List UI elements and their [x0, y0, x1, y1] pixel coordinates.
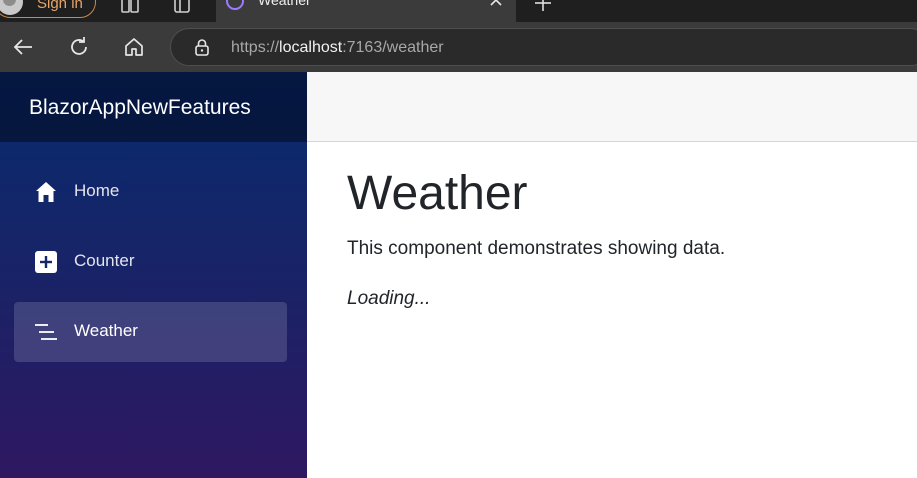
url-scheme: https:// [231, 39, 280, 56]
lock-icon[interactable] [193, 38, 211, 56]
blazor-favicon-icon [226, 0, 244, 10]
sign-in-label: Sign in [37, 0, 83, 12]
home-icon[interactable] [122, 35, 146, 59]
sidebar-item-label: Counter [74, 251, 135, 270]
tab-weather[interactable]: Weather [216, 0, 516, 22]
url-host: localhost [279, 39, 343, 56]
browser-toolbar: https://localhost:7163/weather [0, 22, 917, 72]
workspaces-icon[interactable] [120, 0, 140, 16]
refresh-icon[interactable] [67, 35, 91, 59]
sidebar: BlazorAppNewFeatures Home Counter Weathe… [0, 72, 307, 478]
close-icon[interactable] [488, 0, 504, 8]
back-arrow-icon[interactable] [11, 35, 35, 59]
tab-actions-icon[interactable] [172, 0, 192, 16]
sidebar-item-weather[interactable]: Weather [14, 302, 287, 362]
top-row [307, 72, 917, 142]
brand-bar: BlazorAppNewFeatures [0, 72, 307, 142]
house-icon [36, 182, 56, 202]
list-icon [35, 324, 57, 340]
page-title: Weather [347, 167, 528, 220]
url-path: :7163/weather [342, 39, 444, 56]
sidebar-item-label: Home [74, 181, 120, 200]
plus-square-icon [35, 251, 57, 273]
page-description: This component demonstrates showing data… [347, 238, 726, 259]
tab-title: Weather [258, 0, 311, 8]
app-brand[interactable]: BlazorAppNewFeatures [29, 96, 251, 120]
address-bar[interactable]: https://localhost:7163/weather [170, 28, 917, 66]
profile-avatar-icon [0, 0, 23, 15]
loading-text: Loading... [347, 288, 431, 309]
sidebar-item-counter[interactable]: Counter [14, 232, 287, 292]
address-url: https://localhost:7163/weather [231, 39, 444, 57]
plus-icon[interactable] [532, 0, 554, 14]
sign-in-button[interactable]: Sign in [0, 0, 96, 18]
browser-tab-strip: Sign in Weather [0, 0, 917, 22]
sidebar-item-label: Weather [74, 321, 138, 340]
sidebar-item-home[interactable]: Home [14, 162, 287, 222]
